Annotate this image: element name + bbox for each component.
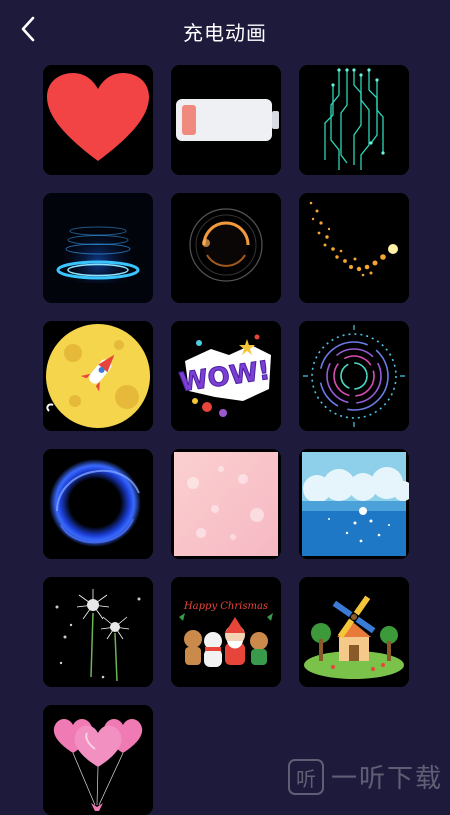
animation-tile-radial-rings[interactable] <box>299 321 409 431</box>
watermark-text: 一听下载 <box>331 764 444 794</box>
animation-tile-hologram[interactable] <box>43 193 153 303</box>
animation-tile-moon-rocket[interactable] <box>43 321 153 431</box>
battery-low-icon <box>171 65 281 175</box>
animation-tile-eclipse[interactable] <box>171 193 281 303</box>
heart-icon <box>43 65 153 175</box>
animation-tile-wow[interactable]: WOW! <box>171 321 281 431</box>
blue-vortex-icon <box>43 449 153 559</box>
animation-tile-blue-vortex[interactable] <box>43 449 153 559</box>
animation-tile-pink-bokeh[interactable] <box>171 449 281 559</box>
hologram-rings-icon <box>43 193 153 303</box>
svg-text:听: 听 <box>296 767 316 791</box>
animation-tile-heart[interactable] <box>43 65 153 175</box>
pink-bokeh-icon <box>171 449 281 559</box>
christmas-text: Happy Chrismas <box>183 601 268 612</box>
header: 充电动画 <box>0 0 450 60</box>
wow-sticker-icon: WOW! <box>171 321 281 431</box>
yiting-logo-icon: 听 <box>288 759 324 795</box>
sparkle-comet-icon <box>299 193 409 303</box>
watermark: 听 一听下载 <box>285 754 450 800</box>
heart-balloons-icon <box>43 705 153 815</box>
animation-tile-sparkle-comet[interactable] <box>299 193 409 303</box>
sea-clouds-icon <box>299 449 409 559</box>
animation-tile-sea-clouds[interactable] <box>299 449 409 559</box>
circuit-lines-icon <box>299 65 409 175</box>
dandelion-icon <box>43 577 153 687</box>
animation-tile-heart-balloons[interactable] <box>43 705 153 815</box>
animation-tile-christmas[interactable]: Happy Chrismas <box>171 577 281 687</box>
moon-rocket-icon <box>43 321 153 431</box>
animation-tile-circuit[interactable] <box>299 65 409 175</box>
animation-tile-battery[interactable] <box>171 65 281 175</box>
christmas-characters-icon: Happy Chrismas <box>171 577 281 687</box>
radial-rings-icon <box>299 321 409 431</box>
page-title: 充电动画 <box>183 21 267 45</box>
windmill-house-icon <box>299 577 409 687</box>
animation-tile-windmill[interactable] <box>299 577 409 687</box>
eclipse-ring-icon <box>171 193 281 303</box>
animation-tile-dandelion[interactable] <box>43 577 153 687</box>
